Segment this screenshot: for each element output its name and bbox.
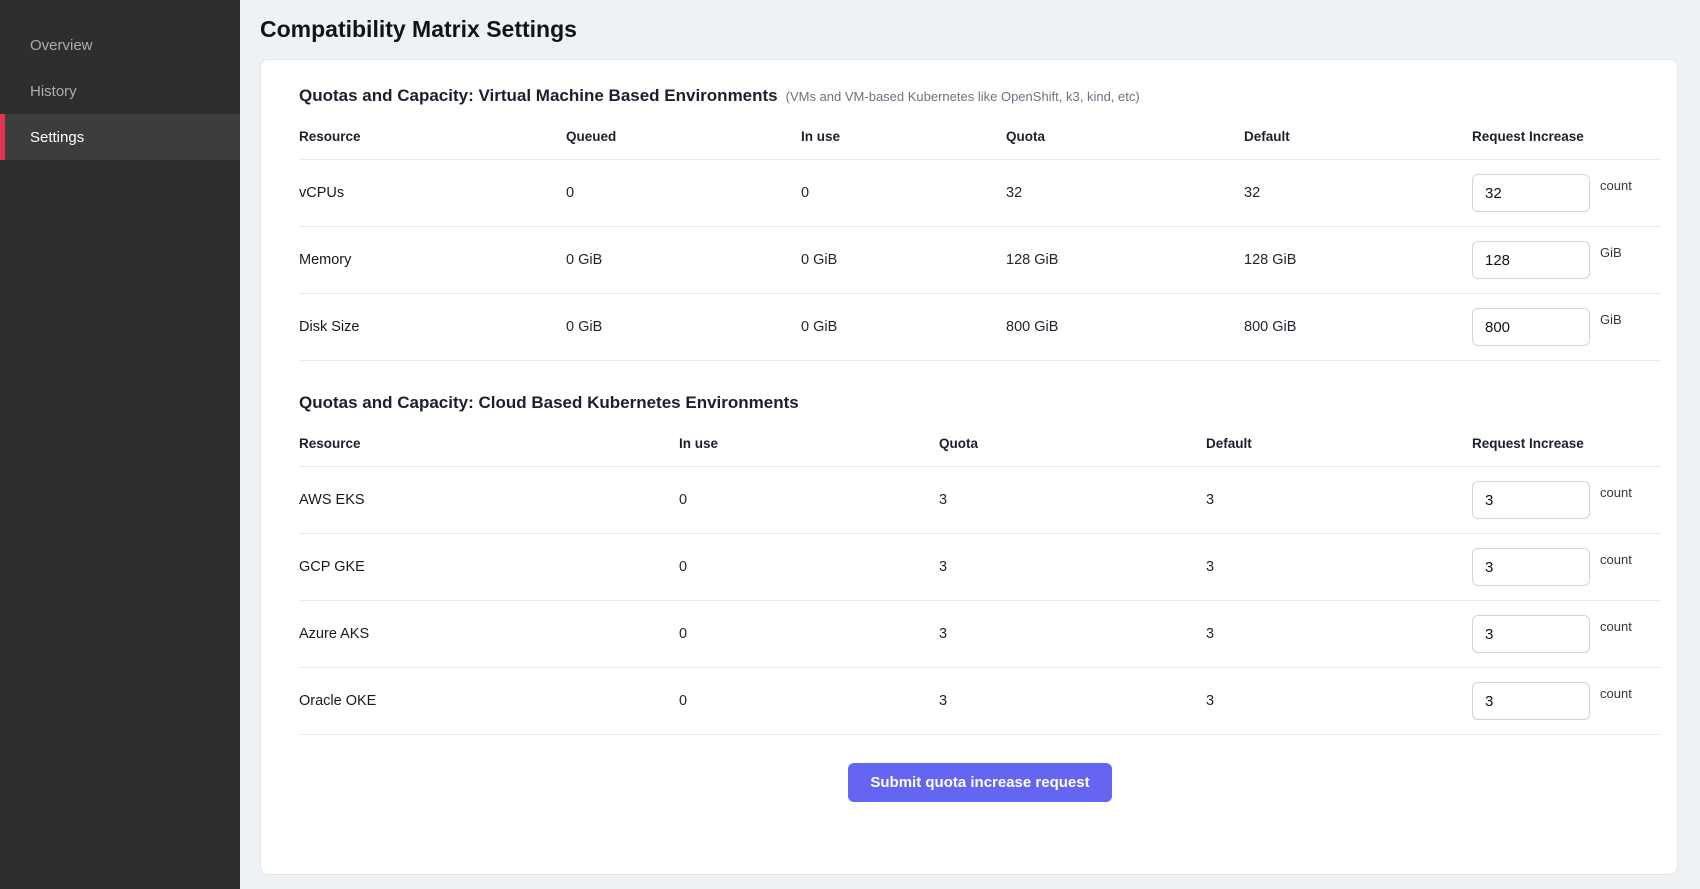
settings-card: Quotas and Capacity: Virtual Machine Bas…: [260, 59, 1678, 875]
memory-request-input[interactable]: [1472, 241, 1590, 279]
cell-in-use: 0: [679, 626, 939, 642]
sidebar-item-history[interactable]: History: [0, 68, 240, 114]
cell-quota: 128 GiB: [1006, 252, 1244, 268]
table-row-oracle-oke: Oracle OKE 0 3 3 count: [299, 668, 1661, 735]
unit-label: count: [1600, 552, 1632, 567]
unit-label: count: [1600, 485, 1632, 500]
cell-request-increase: count: [1472, 682, 1661, 720]
vm-header-in-use: In use: [801, 129, 1006, 144]
cell-request-increase: count: [1472, 615, 1661, 653]
cell-in-use: 0 GiB: [801, 252, 1006, 268]
cloud-table-header: Resource In use Quota Default Request In…: [299, 421, 1661, 467]
cloud-header-resource: Resource: [299, 436, 679, 451]
cell-default: 128 GiB: [1244, 252, 1472, 268]
cell-request-increase: count: [1472, 548, 1661, 586]
cell-default: 3: [1206, 626, 1472, 642]
sidebar: Overview History Settings: [0, 0, 240, 889]
cell-in-use: 0 GiB: [801, 319, 1006, 335]
vm-header-quota: Quota: [1006, 129, 1244, 144]
unit-label: GiB: [1600, 245, 1622, 260]
cloud-header-quota: Quota: [939, 436, 1206, 451]
cell-resource: Memory: [299, 252, 566, 268]
table-row-vcpus: vCPUs 0 0 32 32 count: [299, 160, 1661, 227]
cell-quota: 800 GiB: [1006, 319, 1244, 335]
vm-section-subtitle: (VMs and VM-based Kubernetes like OpenSh…: [786, 89, 1140, 104]
page-title: Compatibility Matrix Settings: [260, 16, 1678, 43]
vm-header-request-increase: Request Increase: [1472, 129, 1661, 144]
vm-header-queued: Queued: [566, 129, 801, 144]
cell-quota: 3: [939, 693, 1206, 709]
main-content: Compatibility Matrix Settings Quotas and…: [240, 0, 1700, 889]
cell-quota: 3: [939, 559, 1206, 575]
vm-section-title: Quotas and Capacity: Virtual Machine Bas…: [299, 86, 1661, 106]
table-row-gcp-gke: GCP GKE 0 3 3 count: [299, 534, 1661, 601]
cell-resource: Azure AKS: [299, 626, 679, 642]
vcpus-request-input[interactable]: [1472, 174, 1590, 212]
cell-request-increase: GiB: [1472, 241, 1661, 279]
cell-queued: 0: [566, 185, 801, 201]
table-row-disk-size: Disk Size 0 GiB 0 GiB 800 GiB 800 GiB Gi…: [299, 294, 1661, 361]
vm-header-resource: Resource: [299, 129, 566, 144]
unit-label: count: [1600, 178, 1632, 193]
vm-header-default: Default: [1244, 129, 1472, 144]
cell-resource: AWS EKS: [299, 492, 679, 508]
cell-quota: 3: [939, 492, 1206, 508]
cell-resource: Oracle OKE: [299, 693, 679, 709]
cell-queued: 0 GiB: [566, 252, 801, 268]
cloud-section-title: Quotas and Capacity: Cloud Based Kuberne…: [299, 393, 1661, 413]
submit-quota-increase-button[interactable]: Submit quota increase request: [848, 763, 1111, 802]
cloud-header-in-use: In use: [679, 436, 939, 451]
cell-default: 3: [1206, 492, 1472, 508]
cell-request-increase: count: [1472, 174, 1661, 212]
cell-request-increase: GiB: [1472, 308, 1661, 346]
unit-label: count: [1600, 619, 1632, 634]
cell-in-use: 0: [679, 693, 939, 709]
cell-default: 3: [1206, 693, 1472, 709]
gcp-gke-request-input[interactable]: [1472, 548, 1590, 586]
cell-default: 32: [1244, 185, 1472, 201]
cell-request-increase: count: [1472, 481, 1661, 519]
cell-default: 800 GiB: [1244, 319, 1472, 335]
table-row-aws-eks: AWS EKS 0 3 3 count: [299, 467, 1661, 534]
unit-label: GiB: [1600, 312, 1622, 327]
cloud-header-default: Default: [1206, 436, 1472, 451]
sidebar-item-overview[interactable]: Overview: [0, 22, 240, 68]
cell-quota: 3: [939, 626, 1206, 642]
vm-table-header: Resource Queued In use Quota Default Req…: [299, 114, 1661, 160]
sidebar-item-settings[interactable]: Settings: [0, 114, 240, 160]
table-row-memory: Memory 0 GiB 0 GiB 128 GiB 128 GiB GiB: [299, 227, 1661, 294]
oracle-oke-request-input[interactable]: [1472, 682, 1590, 720]
unit-label: count: [1600, 686, 1632, 701]
cell-in-use: 0: [801, 185, 1006, 201]
cell-resource: Disk Size: [299, 319, 566, 335]
azure-aks-request-input[interactable]: [1472, 615, 1590, 653]
table-row-azure-aks: Azure AKS 0 3 3 count: [299, 601, 1661, 668]
vm-section-title-text: Quotas and Capacity: Virtual Machine Bas…: [299, 86, 778, 105]
cell-resource: vCPUs: [299, 185, 566, 201]
cell-in-use: 0: [679, 559, 939, 575]
cell-resource: GCP GKE: [299, 559, 679, 575]
cell-queued: 0 GiB: [566, 319, 801, 335]
cell-in-use: 0: [679, 492, 939, 508]
disk-size-request-input[interactable]: [1472, 308, 1590, 346]
submit-row: Submit quota increase request: [299, 735, 1661, 826]
cell-default: 3: [1206, 559, 1472, 575]
cloud-header-request-increase: Request Increase: [1472, 436, 1661, 451]
aws-eks-request-input[interactable]: [1472, 481, 1590, 519]
cell-quota: 32: [1006, 185, 1244, 201]
